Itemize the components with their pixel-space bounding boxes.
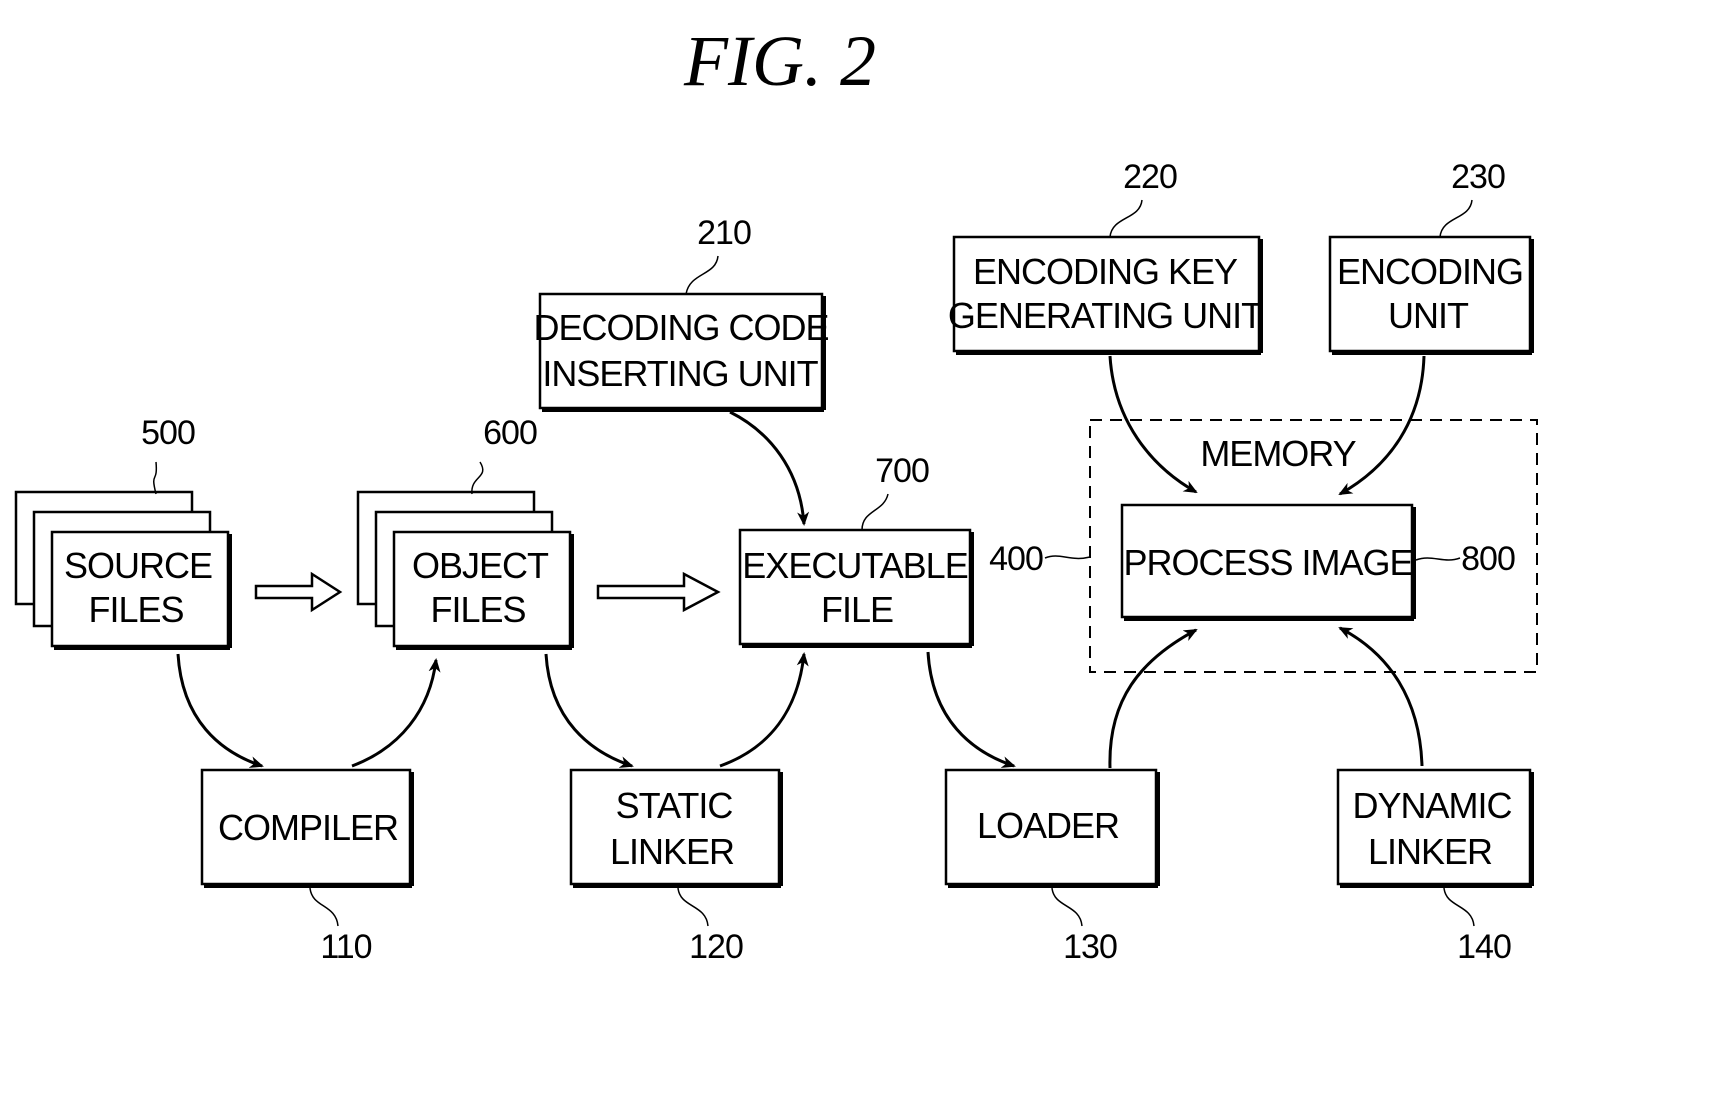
process-image-label: PROCESS IMAGE <box>1123 542 1412 583</box>
figure-title: FIG. 2 <box>683 21 876 101</box>
object-files-label-line1: OBJECT <box>412 545 549 586</box>
static-linker-label-line2: LINKER <box>610 831 734 872</box>
ref-object-files: 600 <box>483 414 537 452</box>
arrow-object-to-static-linker <box>544 653 634 768</box>
leader-encoding-unit <box>1439 199 1473 238</box>
leader-memory <box>1044 555 1091 560</box>
leader-source-files <box>153 461 158 495</box>
hollow-arrow-object-to-executable <box>596 571 721 613</box>
arrow-executable-to-loader <box>926 651 1016 768</box>
decoding-code-inserting-unit-node[interactable]: DECODING CODE INSERTING UNIT <box>533 292 830 412</box>
ref-encoding-unit: 230 <box>1451 158 1505 196</box>
static-linker-node[interactable]: STATIC LINKER <box>569 768 783 888</box>
dynamic-linker-label-line1: DYNAMIC <box>1352 785 1511 826</box>
leader-decoding-code-inserting-unit <box>685 255 719 295</box>
leader-process-image <box>1415 557 1461 561</box>
leader-static-linker <box>677 887 709 927</box>
source-files-label-line1: SOURCE <box>64 545 212 586</box>
dynamic-linker-label-line2: LINKER <box>1368 831 1492 872</box>
static-linker-label-line1: STATIC <box>616 785 733 826</box>
ref-executable-file: 700 <box>875 452 929 490</box>
encoding-key-generating-unit-label-line2: GENERATING UNIT <box>948 295 1263 336</box>
compiler-label: COMPILER <box>218 807 398 848</box>
encoding-unit-label-line2: UNIT <box>1388 295 1469 336</box>
executable-file-node[interactable]: EXECUTABLE FILE <box>738 528 974 648</box>
executable-file-label-line2: FILE <box>821 589 893 630</box>
ref-dynamic-linker: 140 <box>1457 928 1511 966</box>
leader-object-files <box>471 461 484 495</box>
source-files-node[interactable]: SOURCE FILES <box>14 490 232 650</box>
ref-compiler: 110 <box>320 928 371 966</box>
leader-compiler <box>309 887 339 927</box>
ref-static-linker: 120 <box>689 928 743 966</box>
object-files-node[interactable]: OBJECT FILES <box>356 490 574 650</box>
ref-encoding-key-generating-unit: 220 <box>1123 158 1177 196</box>
compiler-node[interactable]: COMPILER <box>200 768 414 888</box>
arrow-encoding-key-to-process-image <box>1108 355 1198 494</box>
ref-process-image: 800 <box>1461 540 1515 578</box>
leader-executable-file <box>861 493 889 531</box>
dynamic-linker-node[interactable]: DYNAMIC LINKER <box>1336 768 1534 888</box>
hollow-arrow-source-to-object <box>254 571 343 613</box>
object-files-label-line2: FILES <box>430 589 525 630</box>
source-files-label-line2: FILES <box>88 589 183 630</box>
encoding-key-generating-unit-label-line1: ENCODING KEY <box>973 251 1238 292</box>
encoding-key-generating-unit-node[interactable]: ENCODING KEY GENERATING UNIT <box>948 235 1264 355</box>
arrow-compiler-to-object <box>351 658 441 768</box>
leader-loader <box>1051 887 1083 927</box>
encoding-unit-label-line1: ENCODING <box>1337 251 1523 292</box>
process-image-node[interactable]: PROCESS IMAGE <box>1120 503 1416 621</box>
decoding-code-inserting-unit-label-line1: DECODING CODE <box>533 307 828 348</box>
encoding-unit-node[interactable]: ENCODING UNIT <box>1328 235 1534 355</box>
arrow-decoding-to-executable <box>729 410 810 526</box>
ref-memory: 400 <box>989 540 1043 578</box>
ref-source-files: 500 <box>141 414 195 452</box>
leader-encoding-key-generating-unit <box>1109 199 1143 238</box>
diagram-canvas: FIG. 2 MEMORY 400 SOURCE FILES 500 OBJEC… <box>14 21 1538 966</box>
leader-dynamic-linker <box>1443 887 1475 927</box>
arrow-loader-to-process-image <box>1108 628 1198 769</box>
executable-file-label-line1: EXECUTABLE <box>742 545 967 586</box>
decoding-code-inserting-unit-label-line2: INSERTING UNIT <box>542 353 818 394</box>
arrow-static-linker-to-executable <box>719 652 809 768</box>
arrow-source-to-compiler <box>176 653 264 768</box>
ref-loader: 130 <box>1063 928 1117 966</box>
ref-decoding-code-inserting-unit: 210 <box>697 214 751 252</box>
loader-label: LOADER <box>977 805 1119 846</box>
arrow-dynamic-linker-to-process-image <box>1338 626 1424 767</box>
memory-label: MEMORY <box>1200 433 1356 474</box>
loader-node[interactable]: LOADER <box>944 768 1160 888</box>
